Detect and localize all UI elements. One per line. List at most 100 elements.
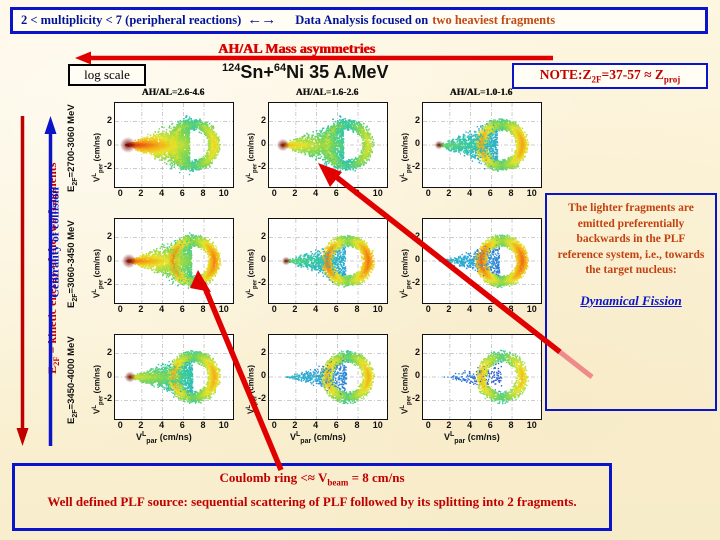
density-panel-r2-c2: [422, 334, 542, 420]
plf-source-line: Well defined PLF source: sequential scat…: [47, 493, 577, 509]
x-tick: 4: [159, 304, 165, 314]
density-canvas-r2-c0: [114, 334, 234, 420]
analysis-text: Data Analysis focused on: [295, 13, 429, 27]
x-tick: 0: [117, 188, 123, 198]
plot-row-label-0: E2F=2700-3060 MeV: [66, 104, 79, 192]
ni-symbol-energy: Ni 35 A.MeV: [286, 62, 389, 82]
x-tick: 4: [313, 420, 319, 430]
density-panel-r2-c0: [114, 334, 234, 420]
x-tick: 10: [526, 420, 537, 430]
energy-axis-e: E: [44, 365, 59, 374]
y-axis-label: VLper (cm/ns): [400, 132, 413, 182]
x-tick: 4: [467, 420, 473, 430]
coulomb-ring-b: = 8 cm/ns: [348, 470, 405, 485]
x-tick: 4: [159, 420, 165, 430]
density-canvas-r2-c1: [268, 334, 388, 420]
x-axis-label: VLpar (cm/ns): [136, 431, 192, 445]
explanation-box: The lighter fragments are emitted prefer…: [545, 193, 717, 411]
y-tick: 2: [414, 230, 420, 241]
density-canvas-r0-c2: [422, 102, 542, 188]
y-tick: 2: [106, 346, 112, 357]
x-tick: 10: [218, 420, 229, 430]
sn-mass-number: 124: [222, 62, 241, 74]
left-right-arrows-icon: ←→: [247, 12, 276, 28]
y-axis-label: VLper (cm/ns): [246, 132, 259, 182]
y-tick: 2: [260, 230, 266, 241]
density-canvas-r0-c1: [268, 102, 388, 188]
x-tick: 0: [425, 304, 431, 314]
x-tick: 8: [508, 420, 514, 430]
y-axis-label: VLper (cm/ns): [246, 248, 259, 298]
x-tick: 10: [218, 304, 229, 314]
density-canvas-r1-c0: [114, 218, 234, 304]
y-axis-label: VLper (cm/ns): [92, 364, 105, 414]
energy-axis-sub: 2F: [51, 356, 62, 366]
density-panel-r1-c0: [114, 218, 234, 304]
y-axis-label: VLper (cm/ns): [92, 132, 105, 182]
x-tick: 10: [372, 304, 383, 314]
centrality-label: Centrality of collision: [47, 187, 62, 298]
x-tick: 2: [446, 420, 452, 430]
x-tick: 10: [218, 188, 229, 198]
density-canvas-r2-c2: [422, 334, 542, 420]
x-tick: 0: [117, 304, 123, 314]
x-tick: 4: [467, 188, 473, 198]
mass-asymmetry-title: AH/AL Mass asymmetries: [218, 42, 376, 57]
x-tick: 2: [446, 304, 452, 314]
note-range: =37-57 ≈ Z: [601, 67, 664, 83]
ni-mass-number: 64: [273, 62, 287, 74]
x-tick: 8: [508, 188, 514, 198]
x-tick: 4: [159, 188, 165, 198]
x-tick: 0: [271, 420, 277, 430]
x-tick: 6: [487, 188, 493, 198]
vbeam-sub: beam: [327, 477, 349, 488]
log-scale-box: log scale: [68, 64, 146, 86]
x-tick: 8: [200, 188, 206, 198]
note-label: NOTE:Z: [539, 67, 592, 83]
y-tick: 2: [414, 346, 420, 357]
x-tick: 2: [292, 188, 298, 198]
x-axis-label: VLpar (cm/ns): [290, 431, 346, 445]
x-tick: 8: [354, 188, 360, 198]
density-panel-r1-c1: [268, 218, 388, 304]
reaction-title: 124Sn+64Ni 35 A.MeV: [222, 62, 389, 83]
y-axis-label: VLper (cm/ns): [400, 364, 413, 414]
coulomb-ring-a: Coulomb ring <≈ V: [219, 470, 328, 485]
x-tick: 6: [487, 304, 493, 314]
log-scale-label: log scale: [84, 67, 130, 82]
y-tick: 2: [260, 346, 266, 357]
x-tick: 10: [526, 304, 537, 314]
density-panel-r2-c1: [268, 334, 388, 420]
note-sub-2f: 2F: [591, 74, 602, 85]
multiplicity-text: 2 < multiplicity < 7 (peripheral reactio…: [21, 13, 242, 27]
coulomb-ring-line: Coulomb ring <≈ Vbeam = 8 cm/ns: [15, 470, 609, 488]
x-tick: 6: [487, 420, 493, 430]
x-tick: 6: [179, 420, 185, 430]
plot-column-header-0: AH/AL=2.6-4.6: [141, 88, 205, 98]
x-tick: 4: [313, 304, 319, 314]
plot-column-header-2: AH/AL=1.0-1.6: [449, 88, 513, 98]
y-tick: 2: [106, 230, 112, 241]
note-text: NOTE:Z2F=37-57 ≈ Zproj: [540, 67, 680, 85]
y-axis-label: VLper (cm/ns): [400, 248, 413, 298]
x-tick: 6: [179, 304, 185, 314]
x-tick: 0: [117, 420, 123, 430]
x-tick: 10: [526, 188, 537, 198]
density-panel-r0-c2: [422, 102, 542, 188]
plot-column-header-1: AH/AL=1.6-2.6: [295, 88, 359, 98]
y-tick: 2: [414, 114, 420, 125]
plot-row-label-2: E2F=3450-4000 MeV: [66, 336, 79, 424]
density-canvas-r1-c2: [422, 218, 542, 304]
x-tick: 0: [271, 304, 277, 314]
heaviest-fragments-text: two heaviest fragments: [432, 13, 556, 27]
x-tick: 4: [467, 304, 473, 314]
x-tick: 8: [200, 420, 206, 430]
x-tick: 8: [200, 304, 206, 314]
x-tick: 8: [354, 304, 360, 314]
x-tick: 0: [271, 188, 277, 198]
x-tick: 6: [333, 420, 339, 430]
x-tick: 10: [372, 188, 383, 198]
y-axis-label: VLper (cm/ns): [246, 364, 259, 414]
x-tick: 2: [292, 304, 298, 314]
x-tick: 2: [138, 188, 144, 198]
